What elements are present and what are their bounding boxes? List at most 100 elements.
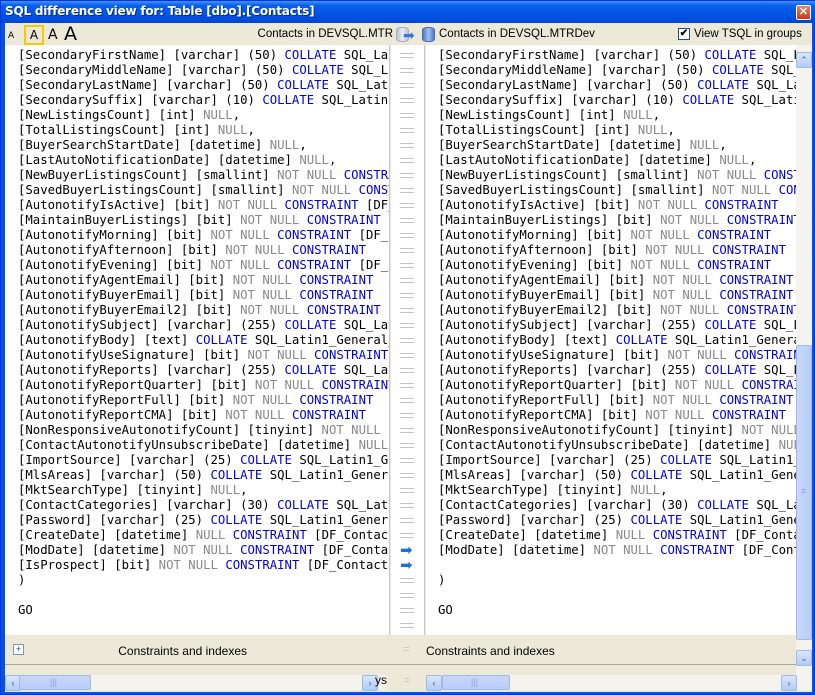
code-line: )	[438, 573, 796, 588]
sql-text: [SecondaryFirstName] [varchar] (50)	[18, 48, 285, 62]
scroll-right-button[interactable]: ›	[781, 675, 797, 691]
code-line: [AutonotifyReportCMA] [bit] NOT NULL CON…	[438, 408, 796, 423]
source-sql-pane[interactable]: [SecondaryFirstName] [varchar] (50) COLL…	[5, 45, 390, 635]
sql-keyword: COLLATE	[262, 93, 315, 107]
sql-keyword: COLLATE	[284, 48, 337, 62]
scroll-down-button[interactable]: ⌄	[796, 650, 812, 666]
equal-icon	[400, 503, 414, 508]
client-area: A A A A Contacts in DEVSQL.MTR ➡ Contact…	[5, 23, 812, 692]
sql-keyword: CONSTRAINT	[711, 408, 786, 422]
target-horizontal-scrollbar[interactable]: ‹ ||| ›	[426, 675, 797, 691]
sql-text: ,	[652, 108, 661, 122]
sql-text: [AutonotifyReports] [varchar] (255)	[438, 363, 705, 377]
sql-nullability: NOT NULL	[741, 423, 796, 437]
code-line: [AutonotifyAfternoon] [bit] NOT NULL CON…	[18, 243, 389, 258]
sql-nullability: NULL	[210, 483, 241, 497]
code-line: ​	[438, 558, 796, 573]
sql-text: [NewListingsCount] [int]	[18, 108, 204, 122]
grip-icon: ≡	[801, 486, 807, 496]
code-line: [AutonotifyBody] [text] COLLATE SQL_Lati…	[438, 333, 796, 348]
code-line: [NonResponsiveAutonotifyCount] [tinyint]…	[18, 423, 389, 438]
sql-nullability: NOT NULL	[697, 168, 757, 182]
sql-keyword: CONSTRAINT	[299, 288, 374, 302]
sql-nullability: NOT NULL	[630, 258, 690, 272]
sql-nullability: NULL	[217, 123, 248, 137]
code-line: [ImportSource] [varchar] (25) COLLATE SQ…	[18, 453, 389, 468]
target-sql-pane[interactable]: [SecondaryFirstName] [varchar] (50) COLL…	[426, 45, 796, 635]
sql-text: SQL_Latin1_General_CP1_CI_AS	[763, 363, 796, 377]
code-line: [MktSearchType] [tinyint] NULL,	[18, 483, 389, 498]
sql-nullability: NULL	[719, 153, 749, 167]
chevron-right-icon: ›	[787, 678, 791, 688]
sql-keyword: COLLATE	[697, 498, 749, 512]
sql-text: [DF_Contacts]	[314, 528, 389, 542]
sql-nullability: NOT NULL	[277, 168, 337, 182]
code-line: [BuyerSearchStartDate] [datetime] NULL,	[438, 138, 796, 153]
code-line: [ImportSource] [varchar] (25) COLLATE SQ…	[438, 453, 796, 468]
code-line: [AutonotifyReportCMA] [bit] NOT NULL CON…	[18, 408, 389, 423]
title-bar[interactable]: SQL difference view for: Table [dbo].[Co…	[1, 1, 815, 23]
sql-keyword: CONSTRAINT	[284, 198, 359, 212]
sql-text: [SecondarySuffix] [varchar] (10)	[18, 93, 263, 107]
chevron-left-icon: ‹	[11, 678, 15, 688]
font-size-medium-button[interactable]: A	[48, 27, 58, 43]
equal-icon	[400, 398, 414, 403]
sql-keyword: CONSTRAINT	[734, 348, 796, 362]
code-line: [ContactAutonotifyUnsubscribeDate] [date…	[18, 438, 389, 453]
code-line: [AutonotifyIsActive] [bit] NOT NULL CONS…	[438, 198, 796, 213]
sql-text: [AutonotifyAgentEmail] [bit]	[438, 273, 653, 287]
sql-nullability: NOT NULL	[210, 228, 270, 242]
sql-nullability: NOT NULL	[240, 213, 300, 227]
code-line: [NewBuyerListingsCount] [smallint] NOT N…	[438, 168, 796, 183]
code-line: [ModDate] [datetime] NOT NULL CONSTRAINT…	[438, 543, 796, 558]
font-size-small-button[interactable]: A	[24, 25, 44, 45]
sql-text: [ImportSource] [varchar] (25)	[438, 453, 661, 467]
sql-text: [MktSearchType] [tinyint]	[18, 483, 211, 497]
horizontal-scroll-thumb[interactable]: |||	[442, 675, 510, 690]
code-line: [AutonotifyEvening] [bit] NOT NULL CONST…	[438, 258, 796, 273]
horizontal-scroll-thumb[interactable]: |||	[19, 675, 91, 690]
chevron-up-icon: ⌃	[800, 55, 808, 65]
code-line: [AutonotifyEvening] [bit] NOT NULL CONST…	[18, 258, 389, 273]
source-horizontal-scrollbar[interactable]: ‹ ||| ›	[5, 675, 387, 691]
sql-text: ,	[247, 123, 255, 137]
code-line: [AutonotifyMorning] [bit] NOT NULL CONST…	[18, 228, 389, 243]
expand-icon[interactable]: +	[13, 644, 24, 655]
window-title: SQL difference view for: Table [dbo].[Co…	[5, 4, 315, 18]
scroll-up-button[interactable]: ⌃	[796, 52, 812, 68]
view-tsql-groups-label[interactable]: View TSQL in groups	[694, 28, 802, 40]
vertical-scrollbar[interactable]: ⌃ ≡ ⌄	[796, 45, 812, 690]
sql-text: [MaintainBuyerListings] [bit]	[18, 213, 241, 227]
sql-keyword: CONSTRAINT	[726, 303, 796, 317]
vertical-scroll-thumb[interactable]: ≡	[796, 345, 812, 640]
font-size-large-button[interactable]: A	[64, 23, 77, 45]
sql-nullability: NOT NULL	[217, 198, 278, 212]
sql-nullability: NULL	[195, 528, 226, 542]
sql-nullability: NOT NULL	[630, 228, 690, 242]
sql-nullability: NOT NULL	[158, 558, 218, 572]
code-line: [AutonotifyAgentEmail] [bit] NOT NULL CO…	[438, 273, 796, 288]
code-line: [SecondaryMiddleName] [varchar] (50) COL…	[18, 63, 389, 78]
sql-nullability: NULL	[203, 108, 233, 122]
sql-text: [BuyerSearchStartDate] [datetime]	[18, 138, 270, 152]
view-tsql-groups-checkbox[interactable]: ✔	[678, 28, 690, 40]
group-row-constraints[interactable]: + Constraints and indexes = Constraints …	[5, 635, 796, 665]
equal-icon	[400, 293, 414, 298]
sql-nullability: NOT NULL	[645, 243, 705, 257]
code-line: [AutonotifyBuyerEmail] [bit] NOT NULL CO…	[438, 288, 796, 303]
code-line: [ContactAutonotifyUnsubscribeDate] [date…	[438, 438, 796, 453]
scroll-left-button[interactable]: ‹	[426, 675, 442, 691]
font-size-smallest-button[interactable]: A	[8, 31, 14, 41]
equal-icon	[400, 278, 414, 283]
code-line: [SecondaryLastName] [varchar] (50) COLLA…	[18, 78, 389, 93]
sql-text: [MlsAreas] [varchar] (50)	[438, 468, 631, 482]
sql-nullability: NOT NULL	[652, 273, 712, 287]
code-line: [CreateDate] [datetime] NULL CONSTRAINT …	[18, 528, 389, 543]
close-button[interactable]: ✕	[796, 5, 811, 20]
